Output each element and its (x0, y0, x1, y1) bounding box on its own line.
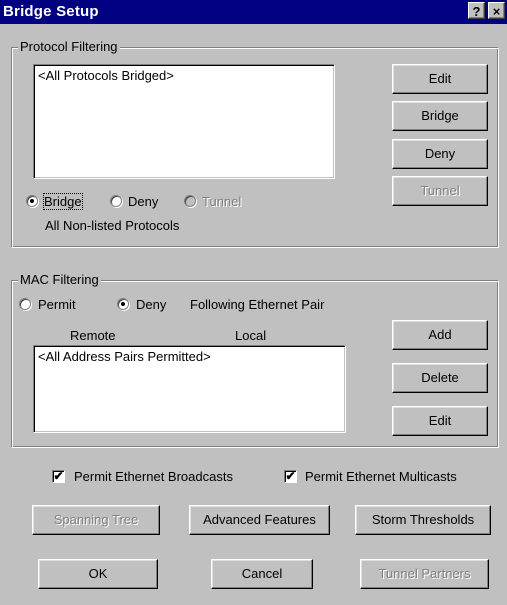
mac-radio-deny-label[interactable]: Deny (136, 297, 166, 312)
mac-address-pair-list[interactable]: <All Address Pairs Permitted> (33, 345, 346, 433)
permit-broadcasts-checkbox[interactable]: ✔ (52, 470, 65, 483)
permit-multicasts-checkbox[interactable]: ✔ (284, 470, 297, 483)
list-item[interactable]: <All Protocols Bridged> (38, 68, 330, 83)
storm-thresholds-button[interactable]: Storm Thresholds (355, 505, 491, 535)
protocol-radio-bridge[interactable] (26, 195, 38, 207)
ok-button[interactable]: OK (38, 559, 158, 589)
help-button[interactable]: ? (468, 2, 485, 19)
list-item[interactable]: <All Address Pairs Permitted> (38, 349, 341, 364)
protocol-radio-deny-label[interactable]: Deny (128, 194, 158, 209)
permit-broadcasts-label[interactable]: Permit Ethernet Broadcasts (74, 469, 233, 484)
protocol-edit-button[interactable]: Edit (392, 64, 488, 94)
protocol-radio-tunnel[interactable] (184, 195, 196, 207)
protocol-bridge-button[interactable]: Bridge (392, 101, 488, 131)
mac-filtering-legend: MAC Filtering (18, 272, 101, 287)
protocol-list[interactable]: <All Protocols Bridged> (33, 64, 335, 179)
protocol-filtering-legend: Protocol Filtering (18, 39, 120, 54)
mac-radio-permit[interactable] (19, 298, 31, 310)
mac-add-button[interactable]: Add (392, 320, 488, 350)
protocol-tunnel-button[interactable]: Tunnel (392, 176, 488, 206)
protocol-radio-deny[interactable] (110, 195, 122, 207)
mac-delete-button[interactable]: Delete (392, 363, 488, 393)
following-ethernet-pair-label: Following Ethernet Pair (190, 297, 325, 312)
non-listed-protocols-label: All Non-listed Protocols (45, 218, 180, 233)
cancel-button[interactable]: Cancel (211, 559, 313, 589)
permit-multicasts-label[interactable]: Permit Ethernet Multicasts (305, 469, 457, 484)
protocol-radio-tunnel-label[interactable]: Tunnel (202, 194, 241, 209)
mac-radio-permit-label[interactable]: Permit (38, 297, 76, 312)
title-bar[interactable]: Bridge Setup ? × (0, 0, 507, 24)
close-button[interactable]: × (488, 2, 505, 19)
window-title: Bridge Setup (3, 3, 99, 20)
remote-column-header: Remote (70, 328, 116, 343)
spanning-tree-button[interactable]: Spanning Tree (32, 505, 160, 535)
mac-radio-deny[interactable] (117, 298, 129, 310)
mac-edit-button[interactable]: Edit (392, 406, 488, 436)
tunnel-partners-button[interactable]: Tunnel Partners (360, 559, 489, 589)
bridge-setup-dialog: Bridge Setup ? × Protocol Filtering <All… (0, 0, 507, 605)
protocol-deny-button[interactable]: Deny (392, 139, 488, 169)
protocol-radio-bridge-label[interactable]: Bridge (43, 193, 83, 210)
local-column-header: Local (235, 328, 267, 343)
advanced-features-button[interactable]: Advanced Features (189, 505, 330, 535)
